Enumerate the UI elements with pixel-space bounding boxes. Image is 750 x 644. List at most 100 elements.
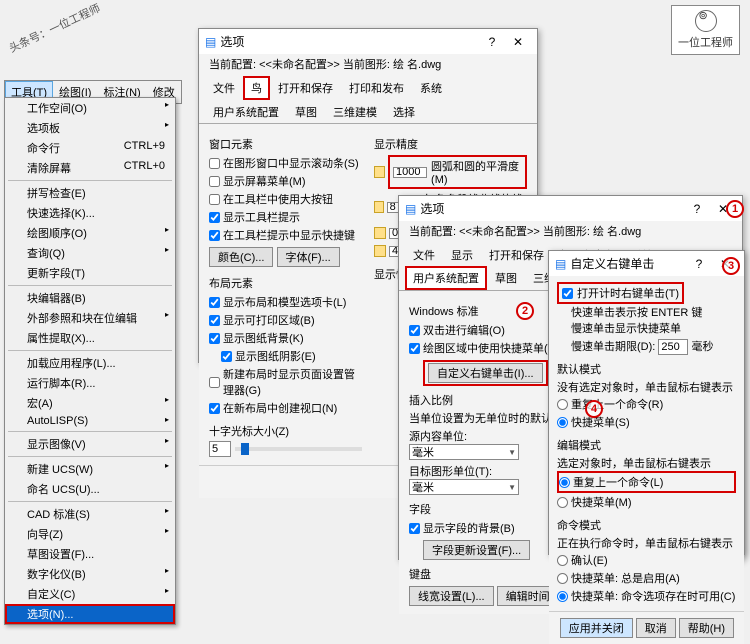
- help-icon[interactable]: ?: [686, 257, 712, 271]
- mi-blockeditor[interactable]: 块编辑器(B): [5, 288, 175, 308]
- tab2-file[interactable]: 文件: [405, 243, 443, 266]
- rb-edit-menu[interactable]: [557, 497, 568, 508]
- mi-xrefedit[interactable]: 外部参照和块在位编辑▸: [5, 308, 175, 328]
- mi-spellcheck[interactable]: 拼写检查(E): [5, 183, 175, 203]
- input-arc[interactable]: [393, 167, 427, 178]
- cb-lay5[interactable]: [209, 377, 220, 388]
- tab-select[interactable]: 选择: [385, 100, 423, 123]
- dlg1-titlebar[interactable]: ▤ 选项 ? ✕: [199, 29, 537, 54]
- pref-icon: [374, 227, 386, 239]
- separator: [8, 456, 172, 457]
- cb-shortcutmenu[interactable]: [409, 343, 420, 354]
- slider-crosshair[interactable]: [235, 447, 362, 451]
- mi-cmdline[interactable]: 命令行CTRL+9: [5, 138, 175, 158]
- btn-color[interactable]: 颜色(C)...: [209, 247, 273, 267]
- btn-help-3[interactable]: 帮助(H): [679, 618, 734, 638]
- dlg1-tabs[interactable]: 文件 鸟 打开和保存 打印和发布 系统 用户系统配置 草图 三维建模 选择: [199, 74, 537, 124]
- edit-note: 选定对象时，单击鼠标右键表示: [557, 455, 736, 471]
- help-icon[interactable]: ?: [684, 202, 710, 216]
- pref-icon: [374, 201, 384, 213]
- cb-fieldbg[interactable]: [409, 523, 420, 534]
- mi-cadstd[interactable]: CAD 标准(S)▸: [5, 504, 175, 524]
- cb-win3[interactable]: [209, 194, 220, 205]
- rb-def-menu[interactable]: [557, 417, 568, 428]
- dlg2-titlebar[interactable]: ▤ 选项 ? ✕: [399, 196, 742, 221]
- mi-draft[interactable]: 草图设置(F)...: [5, 544, 175, 564]
- mi-draworder[interactable]: 绘图顺序(O)▸: [5, 223, 175, 243]
- tab-print[interactable]: 打印和发布: [341, 76, 412, 100]
- def-note: 没有选定对象时，单击鼠标右键表示: [557, 379, 736, 395]
- mi-loadapp[interactable]: 加载应用程序(L)...: [5, 353, 175, 373]
- mi-query[interactable]: 查询(Q)▸: [5, 243, 175, 263]
- dlg2-header-info: 当前配置: <<未命名配置>> 当前图形: 绘 名.dwg: [399, 221, 742, 241]
- note1: 快速单击表示按 ENTER 键: [557, 304, 736, 320]
- tab2-open[interactable]: 打开和保存: [481, 243, 552, 266]
- rb-cmd-enter[interactable]: [557, 555, 568, 566]
- separator: [8, 180, 172, 181]
- tab-user[interactable]: 用户系统配置: [205, 100, 287, 123]
- combo-src-unit[interactable]: 毫米▼: [409, 444, 519, 460]
- mi-options[interactable]: 选项(N)...: [5, 604, 175, 624]
- cb-lay3[interactable]: [209, 333, 220, 344]
- tab-draft[interactable]: 草图: [287, 100, 325, 123]
- tab2-user[interactable]: 用户系统配置: [405, 266, 487, 290]
- rb-edit-repeat[interactable]: [559, 477, 570, 488]
- tab-display[interactable]: 鸟: [243, 76, 270, 100]
- dlg3-titlebar[interactable]: ▤ 自定义右键单击 ? ✕: [549, 251, 744, 276]
- rb-def-repeat[interactable]: [557, 399, 568, 410]
- tab2-draft[interactable]: 草图: [487, 266, 525, 290]
- cmd-note: 正在执行命令时，单击鼠标右键表示: [557, 535, 736, 551]
- mi-macro[interactable]: 宏(A)▸: [5, 393, 175, 413]
- help-icon[interactable]: ?: [479, 35, 505, 49]
- btn-apply-close[interactable]: 应用并关闭: [560, 618, 633, 638]
- app-icon: ▤: [405, 202, 416, 216]
- tab-open[interactable]: 打开和保存: [270, 76, 341, 100]
- btn-lineweight[interactable]: 线宽设置(L)...: [409, 586, 494, 606]
- cb-dblclick[interactable]: [409, 325, 420, 336]
- close-icon[interactable]: ✕: [505, 35, 531, 49]
- tab-sys[interactable]: 系统: [412, 76, 450, 100]
- mi-custom[interactable]: 自定义(C)▸: [5, 584, 175, 604]
- mi-displayimg[interactable]: 显示图像(V)▸: [5, 434, 175, 454]
- rb-cmd-whenopt[interactable]: [557, 591, 568, 602]
- cb-lay2[interactable]: [209, 315, 220, 326]
- cb-win4[interactable]: [209, 212, 220, 223]
- dlg3-body: 打开计时右键单击(T) 快速单击表示按 ENTER 键 慢速单击显示快捷菜单 慢…: [549, 276, 744, 611]
- mi-namedusc[interactable]: 命名 UCS(U)...: [5, 479, 175, 499]
- app-icon: ▤: [555, 257, 566, 271]
- callout-1: 1: [726, 200, 744, 218]
- mi-digit[interactable]: 数字化仪(B)▸: [5, 564, 175, 584]
- mi-clearscreen[interactable]: 清除屏幕CTRL+0: [5, 158, 175, 178]
- mi-autolisp[interactable]: AutoLISP(S)▸: [5, 413, 175, 429]
- cb-win2[interactable]: [209, 176, 220, 187]
- mi-palette[interactable]: 选项板▸: [5, 118, 175, 138]
- mi-quickselect[interactable]: 快速选择(K)...: [5, 203, 175, 223]
- cb-win5[interactable]: [209, 230, 220, 241]
- grp-default: 默认模式: [557, 361, 736, 377]
- tab-file[interactable]: 文件: [205, 76, 243, 100]
- grp-edit: 编辑模式: [557, 437, 736, 453]
- callout-2: 2: [516, 302, 534, 320]
- mi-updatefield[interactable]: 更新字段(T): [5, 263, 175, 283]
- mi-guide[interactable]: 向导(Z)▸: [5, 524, 175, 544]
- separator: [8, 431, 172, 432]
- mi-attrextract[interactable]: 属性提取(X)...: [5, 328, 175, 348]
- input-slowclick[interactable]: [658, 339, 688, 355]
- mi-runscript[interactable]: 运行脚本(R)...: [5, 373, 175, 393]
- combo-tgt-unit[interactable]: 毫米▼: [409, 479, 519, 495]
- tab-3d[interactable]: 三维建模: [325, 100, 385, 123]
- cb-lay4[interactable]: [221, 351, 232, 362]
- btn-custom-rightclick[interactable]: 自定义右键单击(I)...: [428, 363, 543, 383]
- cb-lay1[interactable]: [209, 297, 220, 308]
- input-crosshair[interactable]: [209, 441, 231, 457]
- mi-newucs[interactable]: 新建 UCS(W)▸: [5, 459, 175, 479]
- rb-cmd-always[interactable]: [557, 573, 568, 584]
- mi-workspace[interactable]: 工作空间(O)▸: [5, 98, 175, 118]
- cb-win1[interactable]: [209, 158, 220, 169]
- btn-font[interactable]: 字体(F)...: [277, 247, 340, 267]
- tab2-disp[interactable]: 显示: [443, 243, 481, 266]
- cb-lay6[interactable]: [209, 403, 220, 414]
- btn-cancel-3[interactable]: 取消: [636, 618, 676, 638]
- cb-timed-rc[interactable]: [562, 288, 573, 299]
- btn-field-settings[interactable]: 字段更新设置(F)...: [423, 540, 530, 560]
